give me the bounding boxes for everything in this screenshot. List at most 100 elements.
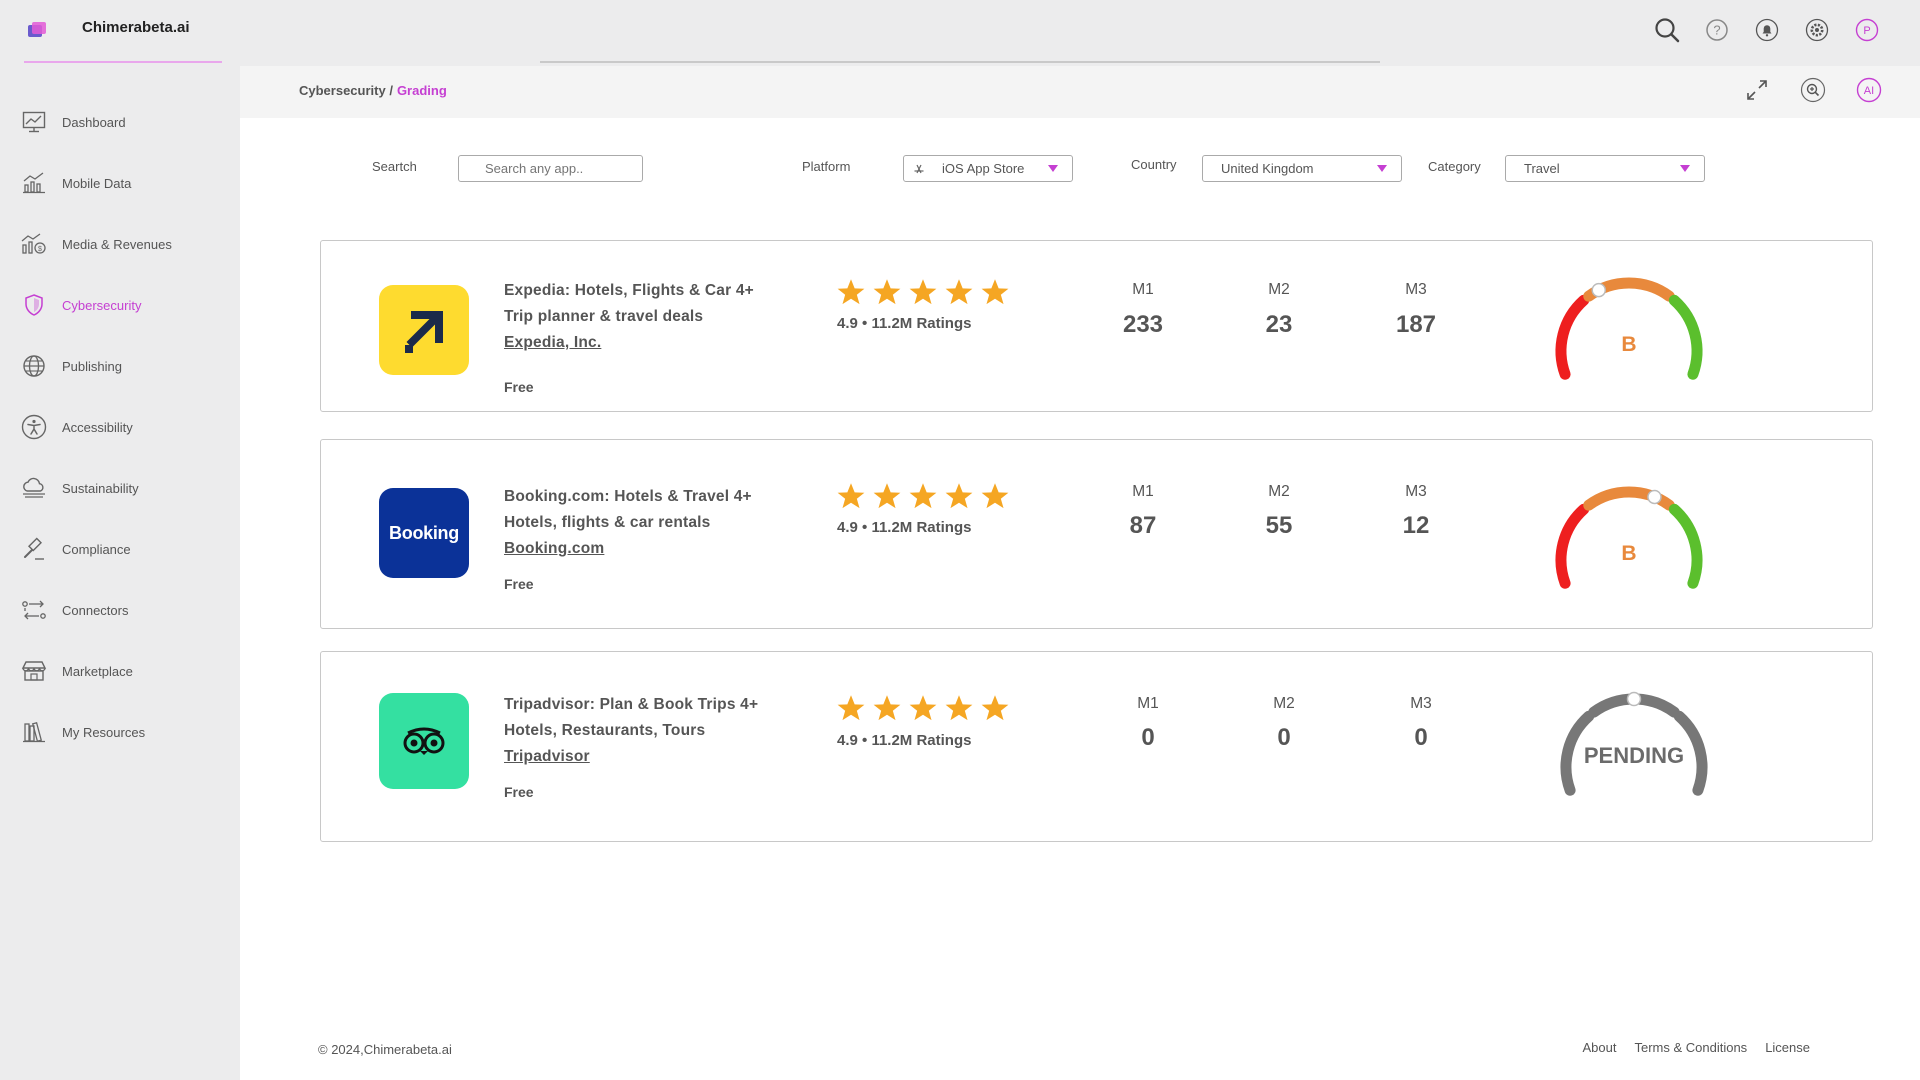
sidebar-item-dashboard[interactable]: Dashboard — [20, 107, 126, 137]
sidebar-item-marketplace[interactable]: Marketplace — [20, 656, 133, 686]
grade-label: B — [1621, 333, 1636, 356]
star-icon — [945, 279, 973, 305]
gear-icon[interactable] — [1802, 15, 1832, 45]
grade-gauge: PENDING — [1560, 691, 1708, 796]
category-label: Category — [1428, 159, 1481, 174]
metric-label: M3 — [1405, 483, 1427, 500]
bell-icon[interactable] — [1752, 15, 1782, 45]
store-icon — [20, 657, 48, 685]
sidebar-item-label: My Resources — [62, 724, 146, 740]
gauge-segment — [1555, 503, 1590, 589]
app-price: Free — [504, 784, 534, 800]
chevron-down-icon — [1680, 165, 1690, 172]
connectors-icon — [20, 596, 48, 624]
rating-text: 4.9 • 11.2M Ratings — [837, 315, 972, 332]
star-rating — [836, 482, 1010, 510]
metric-label: M1 — [1137, 695, 1159, 712]
breadcrumb-current: Grading — [396, 83, 447, 98]
star-icon — [873, 483, 901, 509]
copyright-text: © 2024,Chimerabeta.ai — [318, 1042, 452, 1057]
star-icon — [873, 279, 901, 305]
app-developer-link[interactable]: Tripadvisor — [504, 748, 590, 766]
booking-logo-text: Booking — [389, 522, 459, 543]
grade-label: B — [1621, 542, 1636, 565]
metric-value: 187 — [1395, 311, 1437, 338]
app-card[interactable]: Booking Booking.com: Hotels & Travel 4+ … — [320, 439, 1873, 629]
metric-value: 55 — [1265, 512, 1293, 539]
metric-value: 0 — [1277, 724, 1291, 751]
gavel-icon — [20, 535, 48, 563]
star-icon — [873, 695, 901, 721]
footer-link-terms[interactable]: Terms & Conditions — [1634, 1040, 1747, 1055]
star-icon — [837, 695, 865, 721]
platform-label: Platform — [802, 159, 851, 174]
help-icon[interactable]: ? — [1702, 15, 1732, 45]
sidebar-item-publishing[interactable]: Publishing — [20, 351, 122, 381]
accessibility-icon — [20, 413, 48, 441]
metric-label: M3 — [1405, 281, 1427, 298]
app-price: Free — [504, 576, 534, 592]
chevron-down-icon — [1048, 165, 1058, 172]
breadcrumb: Cybersecurity / Grading — [299, 83, 447, 98]
search-input[interactable] — [458, 155, 643, 182]
app-subtitle: Hotels, Restaurants, Tours — [504, 722, 706, 739]
sidebar-item-my-resources[interactable]: My Resources — [20, 717, 145, 747]
star-icon — [837, 483, 865, 509]
metric-label: M3 — [1410, 695, 1432, 712]
footer-link-license[interactable]: License — [1765, 1040, 1810, 1055]
sidebar-item-label: Publishing — [62, 358, 122, 374]
expand-icon[interactable] — [1742, 75, 1772, 105]
app-developer-link[interactable]: Expedia, Inc. — [504, 334, 601, 352]
ai-assistant-button[interactable]: AI — [1854, 75, 1884, 105]
star-rating — [836, 694, 1010, 722]
rating-text: 4.9 • 11.2M Ratings — [837, 519, 972, 536]
metric-label: M1 — [1132, 281, 1154, 298]
platform-select[interactable]: iOS App Store — [903, 155, 1073, 182]
sidebar-item-connectors[interactable]: Connectors — [20, 595, 128, 625]
country-select[interactable]: United Kingdom — [1202, 155, 1402, 182]
breadcrumb-parent[interactable]: Cybersecurity / — [299, 83, 393, 98]
sidebar-item-compliance[interactable]: Compliance — [20, 534, 131, 564]
search-icon[interactable] — [1652, 15, 1682, 45]
star-icon — [945, 695, 973, 721]
grade-gauge: B — [1555, 486, 1703, 589]
sidebar-item-label: Cybersecurity — [62, 297, 142, 313]
sidebar-item-accessibility[interactable]: Accessibility — [20, 412, 133, 442]
app-card[interactable]: Expedia: Hotels, Flights & Car 4+ Trip p… — [320, 240, 1873, 412]
shield-icon — [20, 291, 48, 319]
app-icon-expedia — [379, 285, 469, 375]
owl-icon — [403, 727, 445, 755]
logo-icon — [28, 22, 46, 37]
sidebar-item-cybersecurity[interactable]: Cybersecurity — [20, 290, 141, 320]
app-card[interactable]: Tripadvisor: Plan & Book Trips 4+ Hotels… — [320, 651, 1873, 842]
star-icon — [909, 483, 937, 509]
top-icon-group: ? P — [1652, 15, 1882, 45]
app-developer-link[interactable]: Booking.com — [504, 540, 604, 558]
profile-avatar[interactable]: P — [1852, 15, 1882, 45]
logo-underline — [24, 61, 222, 63]
gauge-segment — [1555, 294, 1590, 380]
sidebar-item-label: Sustainability — [62, 480, 139, 496]
bar-chart-icon — [20, 169, 48, 197]
zoom-in-icon[interactable] — [1798, 75, 1828, 105]
app-name: Tripadvisor: Plan & Book Trips 4+ — [504, 696, 759, 713]
metric-label: M2 — [1268, 483, 1290, 500]
star-icon — [981, 483, 1009, 509]
star-icon — [981, 695, 1009, 721]
category-select[interactable]: Travel — [1505, 155, 1705, 182]
chevron-down-icon — [1377, 165, 1387, 172]
metric-value: 0 — [1414, 724, 1428, 751]
sidebar-item-mobile-data[interactable]: Mobile Data — [20, 168, 131, 198]
sidebar-item-sustainability[interactable]: Sustainability — [20, 473, 139, 503]
metric-value: 23 — [1265, 311, 1293, 338]
footer-link-about[interactable]: About — [1582, 1040, 1616, 1055]
sidebar-item-media-revenues[interactable]: $ Media & Revenues — [20, 229, 172, 259]
metric-label: M2 — [1268, 281, 1290, 298]
sidebar-item-label: Connectors — [62, 602, 129, 618]
top-bar: Chimerabeta.ai ? P — [0, 0, 1920, 66]
view-icon-group: AI — [1742, 75, 1884, 105]
star-icon — [981, 279, 1009, 305]
app-subtitle: Hotels, flights & car rentals — [504, 514, 711, 531]
gauge-needle-knob — [1626, 691, 1642, 707]
svg-text:?: ? — [1713, 23, 1720, 38]
